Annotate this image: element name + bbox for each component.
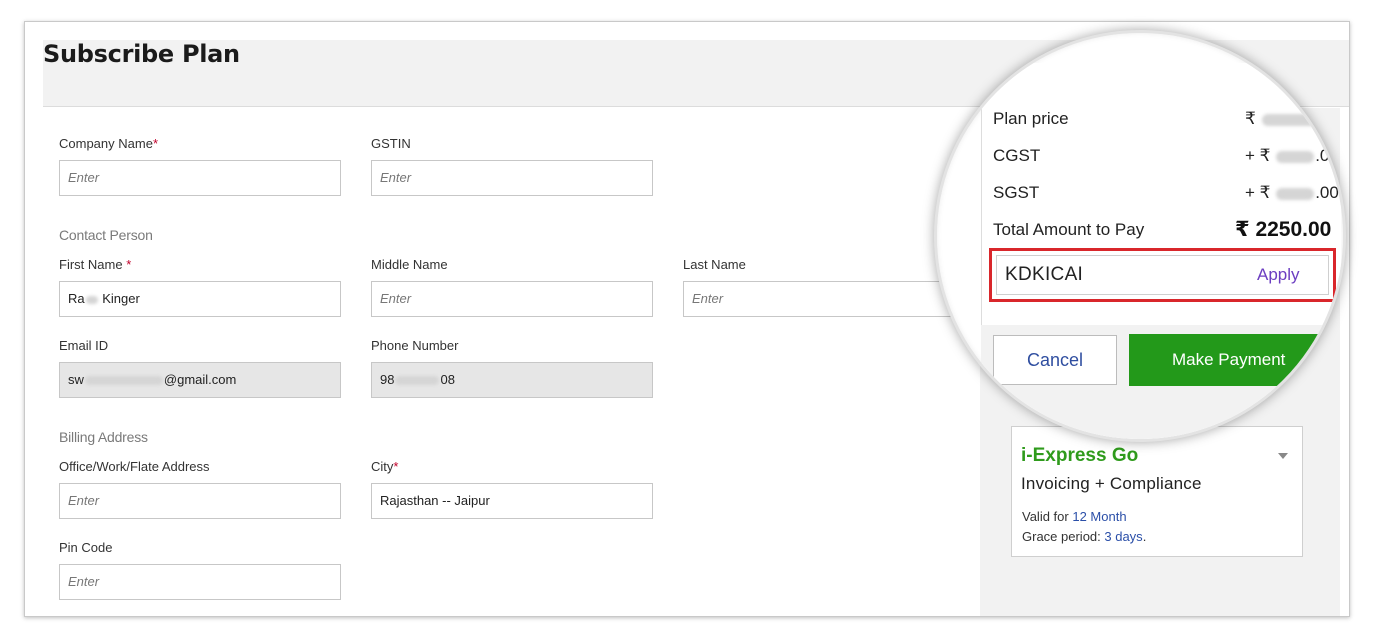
last-name-label: Last Name (683, 257, 746, 272)
apply-coupon-button[interactable]: Apply (1257, 265, 1300, 285)
sgst-value: + ₹ .00 (1245, 183, 1339, 202)
redacted-text (1261, 113, 1320, 126)
company-name-label: Company Name* (59, 136, 158, 151)
coupon-highlight: KDKICAI Apply (989, 248, 1336, 302)
make-payment-button[interactable]: Make Payment (1129, 334, 1341, 386)
total-value: ₹ 2250.00 (1235, 218, 1332, 241)
plan-price-label: Plan price (993, 109, 1069, 128)
redacted-text (395, 376, 440, 386)
plan-price-value: ₹ (1245, 109, 1321, 129)
pin-code-label: Pin Code (59, 540, 113, 555)
middle-name-label: Middle Name (371, 257, 448, 272)
pin-code-input[interactable]: Enter (59, 564, 341, 600)
email-input[interactable]: sw @gmail.com (59, 362, 341, 398)
address-label: Office/Work/Flate Address (59, 459, 210, 474)
plan-description: Invoicing + Compliance (1021, 474, 1202, 493)
subscription-form: Company Name* Enter GSTIN Enter Contact … (43, 108, 981, 616)
magnifier-callout: Plan price ₹ CGST + ₹ .00 SGST + ₹ .00 T… (934, 30, 1346, 442)
cancel-button[interactable]: Cancel (993, 335, 1117, 385)
billing-address-heading: Billing Address (59, 429, 148, 445)
contact-person-heading: Contact Person (59, 227, 153, 243)
redacted-text (84, 376, 163, 386)
gstin-input[interactable]: Enter (371, 160, 653, 196)
plan-validity: Valid for 12 Month (1022, 509, 1127, 524)
plan-grace-period: Grace period: 3 days. (1022, 529, 1147, 544)
phone-input[interactable]: 98 08 (371, 362, 653, 398)
email-label: Email ID (59, 338, 109, 353)
coupon-code-input[interactable]: KDKICAI (1005, 264, 1083, 286)
company-name-input[interactable]: Enter (59, 160, 341, 196)
plan-name: i-Express Go (1021, 445, 1139, 466)
middle-name-input[interactable]: Enter (371, 281, 653, 317)
address-input[interactable]: Enter (59, 483, 341, 519)
page-title: Subscribe Plan (43, 40, 240, 68)
cgst-value: + ₹ .00 (1245, 146, 1339, 165)
coupon-field[interactable]: KDKICAI Apply (996, 255, 1329, 295)
redacted-text (1276, 150, 1315, 163)
city-input[interactable]: Rajasthan -- Jaipur (371, 483, 653, 519)
last-name-input[interactable]: Enter (683, 281, 965, 317)
plan-card[interactable]: i-Express Go Invoicing + Compliance Vali… (1011, 426, 1303, 557)
cgst-label: CGST (993, 146, 1041, 165)
redacted-text (1276, 187, 1315, 200)
redacted-text (85, 295, 98, 304)
total-label: Total Amount to Pay (993, 220, 1145, 239)
chevron-down-icon[interactable] (1278, 453, 1288, 459)
sgst-label: SGST (993, 183, 1040, 202)
first-name-input[interactable]: Ra Kinger (59, 281, 341, 317)
first-name-label: First Name * (59, 257, 132, 272)
city-label: City* (371, 459, 399, 474)
phone-label: Phone Number (371, 338, 459, 353)
gstin-label: GSTIN (371, 136, 411, 151)
